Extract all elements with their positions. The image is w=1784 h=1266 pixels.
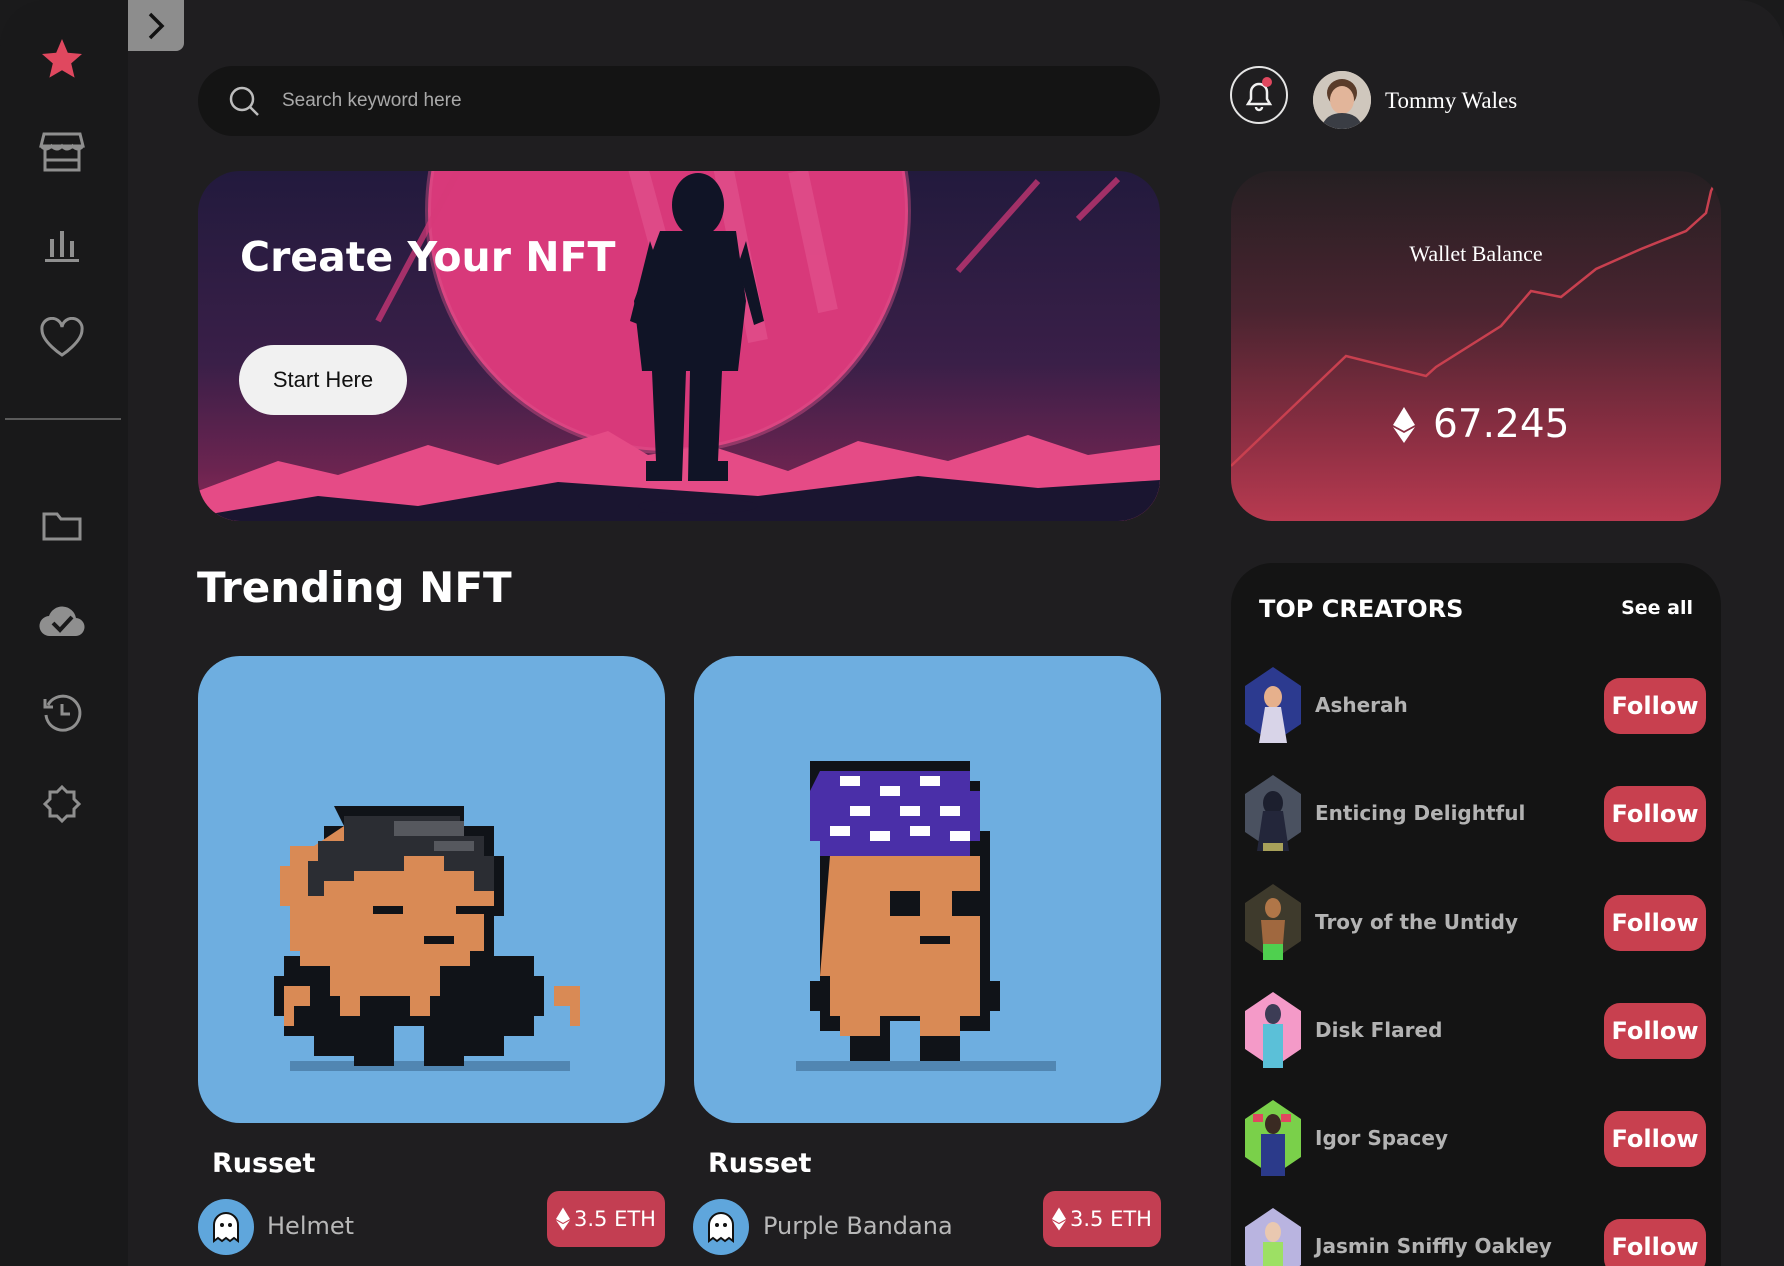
- nft-pixel-art: [274, 806, 580, 1071]
- follow-button[interactable]: Follow: [1604, 786, 1706, 842]
- price-tag[interactable]: 3.5 ETH: [547, 1191, 665, 1247]
- owner-avatar[interactable]: [198, 1199, 254, 1255]
- nft-card-title: Russet: [212, 1148, 316, 1179]
- creator-avatar[interactable]: [1245, 775, 1301, 851]
- owner-name[interactable]: Helmet: [267, 1212, 354, 1240]
- ethereum-icon: [1393, 406, 1415, 443]
- wallet-trend-line: [1231, 171, 1721, 467]
- username[interactable]: Tommy Wales: [1385, 88, 1517, 114]
- create-nft-banner: Create Your NFT Start Here: [198, 171, 1160, 521]
- creator-row: Asherah Follow: [1245, 667, 1707, 743]
- owner-name[interactable]: Purple Bandana: [763, 1212, 953, 1240]
- sidebar: [0, 0, 128, 1266]
- creator-name[interactable]: Jasmin Sniffly Oakley: [1315, 1234, 1552, 1258]
- notification-button[interactable]: [1230, 66, 1288, 124]
- nft-card-russet-helmet[interactable]: [198, 656, 665, 1123]
- follow-button[interactable]: Follow: [1604, 895, 1706, 951]
- banner-title: Create Your NFT: [240, 233, 616, 281]
- heart-icon[interactable]: [30, 306, 94, 370]
- wallet-balance-card: Wallet Balance 67.245: [1231, 171, 1721, 521]
- start-here-button[interactable]: Start Here: [239, 345, 407, 415]
- creator-avatar[interactable]: [1245, 667, 1301, 743]
- settings-icon[interactable]: [30, 775, 94, 839]
- app-window: Tommy Wales Create Your NFT Start Here W…: [0, 0, 1784, 1266]
- sidebar-toggle-button[interactable]: [128, 0, 184, 51]
- search-icon: [229, 86, 259, 116]
- search-bar[interactable]: [198, 66, 1160, 136]
- price-value: 3.5 ETH: [1070, 1207, 1152, 1231]
- cloud-check-icon[interactable]: [30, 588, 94, 652]
- follow-button[interactable]: Follow: [1604, 1219, 1706, 1266]
- creator-row: Igor Spacey Follow: [1245, 1100, 1707, 1176]
- creator-avatar[interactable]: [1245, 884, 1301, 960]
- price-tag[interactable]: 3.5 ETH: [1043, 1191, 1161, 1247]
- creator-name[interactable]: Enticing Delightful: [1315, 801, 1525, 825]
- wallet-value: 67.245: [1393, 402, 1569, 447]
- nft-card-russet-purple-bandana[interactable]: [694, 656, 1161, 1123]
- creator-name[interactable]: Troy of the Untidy: [1315, 910, 1518, 934]
- bar-chart-icon[interactable]: [30, 213, 94, 277]
- creator-avatar[interactable]: [1245, 1100, 1301, 1176]
- creator-avatar[interactable]: [1245, 1208, 1301, 1266]
- wallet-amount: 67.245: [1433, 402, 1570, 447]
- creator-avatar[interactable]: [1245, 992, 1301, 1068]
- follow-button[interactable]: Follow: [1604, 1111, 1706, 1167]
- store-icon[interactable]: [30, 120, 94, 184]
- follow-button[interactable]: Follow: [1604, 1003, 1706, 1059]
- history-icon[interactable]: [30, 681, 94, 745]
- creator-name[interactable]: Disk Flared: [1315, 1018, 1442, 1042]
- chevron-right-icon: [148, 12, 165, 39]
- creator-row: Enticing Delightful Follow: [1245, 775, 1707, 851]
- top-creators-panel: TOP CREATORS See all Asherah Follow Enti…: [1231, 563, 1721, 1266]
- follow-button[interactable]: Follow: [1604, 678, 1706, 734]
- ethereum-icon: [1052, 1207, 1067, 1231]
- wallet-title: Wallet Balance: [1409, 241, 1543, 266]
- trending-title: Trending NFT: [197, 563, 512, 612]
- sidebar-divider: [5, 418, 121, 420]
- price-value: 3.5 ETH: [574, 1207, 656, 1231]
- creator-row: Troy of the Untidy Follow: [1245, 884, 1707, 960]
- owner-avatar[interactable]: [693, 1199, 749, 1255]
- creator-name[interactable]: Igor Spacey: [1315, 1126, 1448, 1150]
- ethereum-icon: [556, 1207, 571, 1231]
- creator-row: Jasmin Sniffly Oakley Follow: [1245, 1208, 1707, 1266]
- top-creators-title: TOP CREATORS: [1259, 595, 1464, 623]
- search-input[interactable]: [282, 90, 982, 112]
- ghost-icon: [213, 1212, 239, 1243]
- nft-card-title: Russet: [708, 1148, 812, 1179]
- folder-icon[interactable]: [30, 494, 94, 558]
- notification-dot: [1262, 77, 1272, 87]
- see-all-link[interactable]: See all: [1621, 597, 1693, 619]
- creator-name[interactable]: Asherah: [1315, 693, 1408, 717]
- ghost-icon: [708, 1212, 734, 1243]
- nft-pixel-art: [796, 761, 1056, 1071]
- avatar[interactable]: [1313, 71, 1371, 129]
- creator-row: Disk Flared Follow: [1245, 992, 1707, 1068]
- star-icon[interactable]: [30, 27, 94, 91]
